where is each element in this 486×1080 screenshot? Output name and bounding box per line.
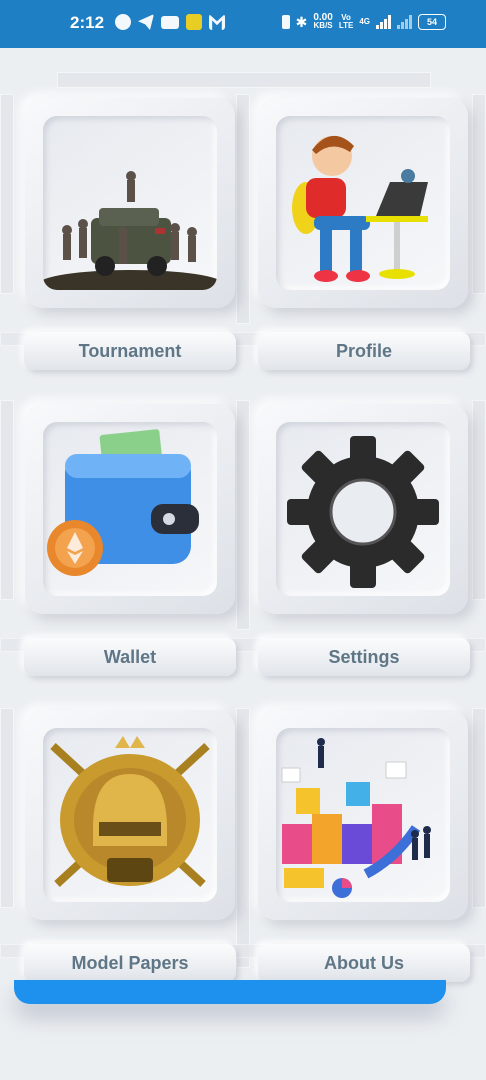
telegram-icon <box>138 14 154 30</box>
tournament-image-frame <box>43 116 217 290</box>
status-bar: 2:12 ✱ 0.00 KB/S Vo LTE 4G 54 <box>0 0 486 48</box>
soldiers-jeep-icon <box>43 171 217 290</box>
model-papers-button[interactable]: Model Papers <box>24 944 236 982</box>
vibrate-icon <box>281 15 290 29</box>
signal-icon <box>376 15 391 29</box>
gmail-icon <box>209 14 225 30</box>
network-speed: 0.00 KB/S <box>313 12 333 30</box>
youtube-icon <box>161 16 179 29</box>
network-gen: 4G <box>359 17 370 26</box>
tournament-button[interactable]: Tournament <box>24 332 236 370</box>
about-us-image-frame <box>276 728 450 902</box>
decor-slab <box>0 400 14 600</box>
decor-slab <box>57 72 431 88</box>
system-icons: ✱ 0.00 KB/S Vo LTE 4G 54 <box>281 12 446 30</box>
main-menu: Tournament Profile Wallet Settings Model… <box>0 48 486 1080</box>
volte-indicator: Vo LTE <box>338 13 354 30</box>
decor-slab <box>472 94 486 294</box>
notification-icons <box>115 14 225 30</box>
model-papers-image-frame <box>43 728 217 902</box>
decor-slab <box>472 400 486 600</box>
about-us-tile[interactable] <box>258 710 468 920</box>
decor-slab <box>472 708 486 908</box>
decor-slab <box>236 400 250 630</box>
wallet-image-frame <box>43 422 217 596</box>
bottom-accent-bar <box>14 980 446 1004</box>
decor-slab <box>0 94 14 294</box>
model-papers-tile[interactable] <box>25 710 235 920</box>
about-us-button[interactable]: About Us <box>258 944 470 982</box>
wallet-tile[interactable] <box>25 404 235 614</box>
profile-tile[interactable] <box>258 98 468 308</box>
boy-laptop-icon <box>292 135 428 282</box>
profile-button[interactable]: Profile <box>258 332 470 370</box>
helmet-emblem-icon <box>50 736 210 887</box>
battery-indicator: 54 <box>418 14 446 30</box>
wallet-coin-icon <box>47 429 199 576</box>
settings-tile[interactable] <box>258 404 468 614</box>
clock: 2:12 <box>70 13 105 32</box>
bo-icon <box>186 14 202 30</box>
decor-slab <box>0 708 14 908</box>
decor-slab <box>236 708 250 968</box>
gear-icon <box>287 436 439 588</box>
profile-image-frame <box>276 116 450 290</box>
signal-icon-2 <box>397 15 412 29</box>
settings-image-frame <box>276 422 450 596</box>
whatsapp-icon <box>115 14 131 30</box>
team-graph-icon <box>281 738 431 898</box>
wallet-button[interactable]: Wallet <box>24 638 236 676</box>
tournament-tile[interactable] <box>25 98 235 308</box>
bluetooth-icon: ✱ <box>295 14 308 30</box>
settings-button[interactable]: Settings <box>258 638 470 676</box>
decor-slab <box>236 94 250 324</box>
